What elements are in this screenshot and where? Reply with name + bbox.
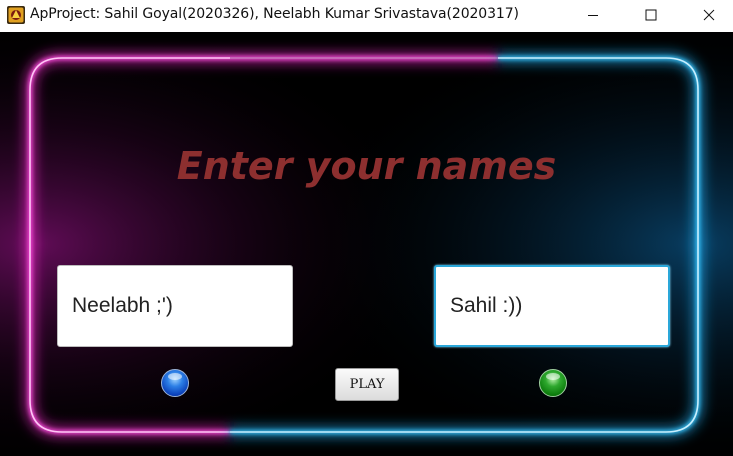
player2-name-input[interactable] — [434, 265, 670, 347]
page-heading: Enter your names — [176, 144, 557, 188]
name-entry-screen: Enter your names PLAY — [0, 32, 733, 456]
minimize-button[interactable] — [567, 0, 619, 30]
maximize-button[interactable] — [625, 0, 677, 30]
title-bar[interactable]: ApProject: Sahil Goyal(2020326), Neelabh… — [0, 0, 733, 32]
close-icon — [703, 9, 715, 21]
blue-token-icon — [161, 369, 189, 397]
token-shine — [546, 373, 560, 380]
player1-name-input[interactable] — [57, 265, 293, 347]
game-app-icon — [7, 6, 25, 24]
window-title: ApProject: Sahil Goyal(2020326), Neelabh… — [30, 6, 519, 22]
green-token-icon — [539, 369, 567, 397]
maximize-icon — [645, 9, 657, 21]
token-shine — [168, 373, 182, 380]
close-button[interactable] — [683, 0, 733, 30]
minimize-icon — [588, 15, 598, 16]
app-window: ApProject: Sahil Goyal(2020326), Neelabh… — [0, 0, 733, 456]
play-button[interactable]: PLAY — [335, 368, 399, 401]
